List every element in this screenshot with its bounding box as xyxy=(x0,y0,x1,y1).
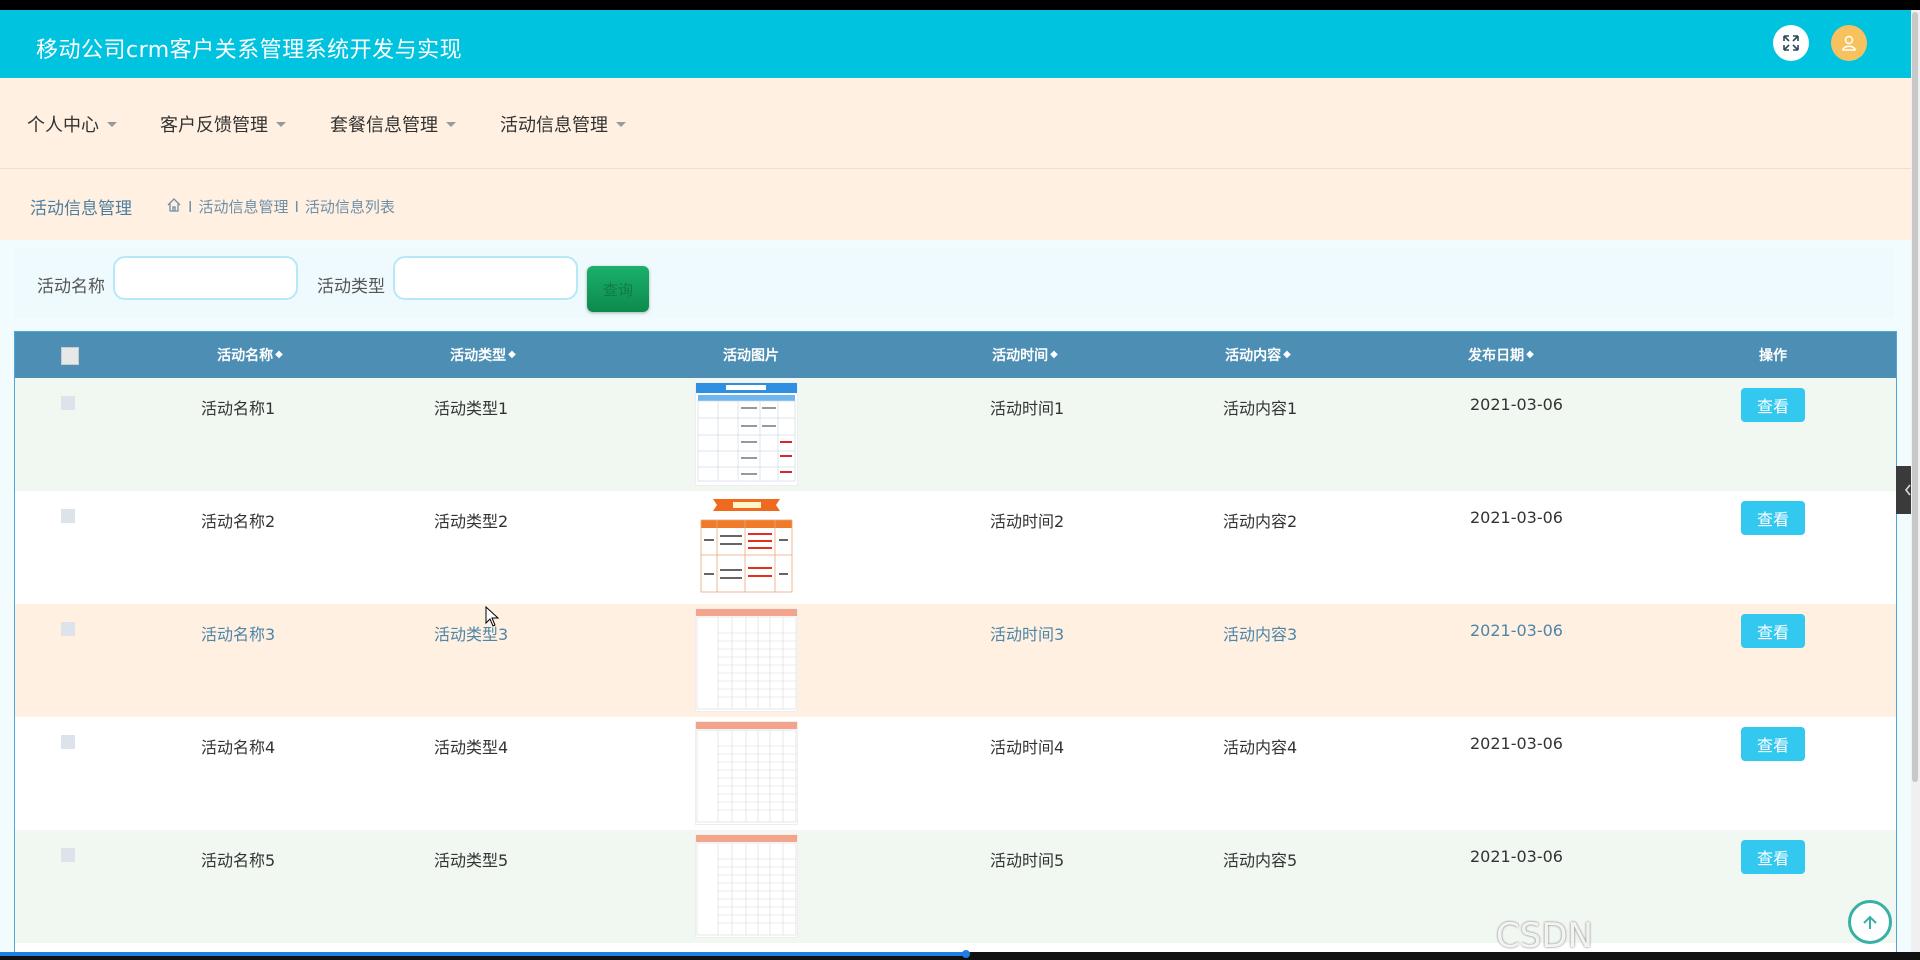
view-button[interactable]: 查看 xyxy=(1741,501,1805,535)
select-all-checkbox[interactable] xyxy=(61,347,79,365)
activity-name-input[interactable] xyxy=(113,256,298,300)
column-header-name[interactable]: 活动名称 ◆ xyxy=(185,332,315,378)
sort-icon: ◆ xyxy=(1050,349,1058,360)
activity-type-label: 活动类型 xyxy=(317,277,385,297)
cell-type: 活动类型4 xyxy=(434,738,509,757)
cell-name: 活动名称4 xyxy=(201,738,276,757)
column-header-time[interactable]: 活动时间 ◆ xyxy=(960,332,1090,378)
activity-image xyxy=(695,834,798,938)
breadcrumb-bar: 活动信息管理 I 活动信息管理 I 活动信息列表 xyxy=(0,169,1911,240)
main-menu: 个人中心 客户反馈管理 套餐信息管理 活动信息管理 xyxy=(0,78,1911,169)
cell-time: 活动时间1 xyxy=(990,399,1065,418)
cell-date: 2021-03-06 xyxy=(1470,508,1563,527)
row-checkbox[interactable] xyxy=(61,509,75,523)
cell-name: 活动名称2 xyxy=(201,512,276,531)
breadcrumb-level1[interactable]: 活动信息管理 xyxy=(198,196,288,217)
watermark: CSDN @nodejava666666 xyxy=(1496,916,1593,952)
breadcrumb-level2: 活动信息列表 xyxy=(304,198,395,216)
view-button[interactable]: 查看 xyxy=(1741,727,1805,761)
table-row[interactable]: 活动名称2 活动类型2 活动时间2 活动内容2 2021-03-06 查看 xyxy=(15,491,1896,604)
cell-content: 活动内容1 xyxy=(1223,399,1298,418)
row-checkbox[interactable] xyxy=(61,622,75,636)
activity-type-input[interactable] xyxy=(393,256,578,300)
menu-item-feedback[interactable]: 客户反馈管理 xyxy=(160,111,286,137)
app-viewport: 移动公司crm客户关系管理系统开发与实现 个人中心 客户反馈管理 套餐信息管理 xyxy=(0,10,1911,952)
sort-icon: ◆ xyxy=(1526,349,1534,360)
activity-image xyxy=(695,382,798,486)
menu-item-label: 活动信息管理 xyxy=(500,115,608,136)
cell-type: 活动类型5 xyxy=(434,851,509,870)
cell-date: 2021-03-06 xyxy=(1470,847,1563,866)
home-icon[interactable] xyxy=(166,197,182,217)
cell-date: 2021-03-06 xyxy=(1470,395,1563,414)
app-title: 移动公司crm客户关系管理系统开发与实现 xyxy=(36,38,463,63)
row-checkbox[interactable] xyxy=(61,396,75,410)
column-header-date[interactable]: 发布日期 ◆ xyxy=(1436,332,1566,378)
row-checkbox[interactable] xyxy=(61,735,75,749)
chevron-down-icon xyxy=(446,121,456,127)
cell-name: 活动名称3 xyxy=(201,625,276,644)
cell-content: 活动内容4 xyxy=(1223,738,1298,757)
search-button[interactable]: 查询 xyxy=(587,266,649,312)
menu-item-label: 个人中心 xyxy=(27,115,99,136)
cell-content: 活动内容2 xyxy=(1223,512,1298,531)
chevron-down-icon xyxy=(616,121,626,127)
activity-image xyxy=(695,495,798,599)
activity-name-label: 活动名称 xyxy=(37,277,105,297)
cell-content: 活动内容5 xyxy=(1223,851,1298,870)
row-checkbox[interactable] xyxy=(61,848,75,862)
view-button[interactable]: 查看 xyxy=(1741,614,1805,648)
cell-time: 活动时间2 xyxy=(990,512,1065,531)
column-header-action: 操作 xyxy=(1759,348,1787,364)
chevron-left-icon xyxy=(1904,484,1911,496)
breadcrumb: I 活动信息管理 I 活动信息列表 xyxy=(166,196,395,217)
view-button[interactable]: 查看 xyxy=(1741,388,1805,422)
cell-time: 活动时间4 xyxy=(990,738,1065,757)
cell-date: 2021-03-06 xyxy=(1470,621,1563,640)
page-title: 活动信息管理 xyxy=(30,199,132,219)
view-button[interactable]: 查看 xyxy=(1741,840,1805,874)
cell-date: 2021-03-06 xyxy=(1470,734,1563,753)
menu-item-activity[interactable]: 活动信息管理 xyxy=(500,111,626,137)
mouse-cursor-icon xyxy=(485,605,501,632)
sort-icon: ◆ xyxy=(275,349,283,360)
breadcrumb-separator: I xyxy=(294,197,299,216)
cell-content: 活动内容3 xyxy=(1223,625,1298,644)
expand-icon[interactable] xyxy=(1773,25,1809,61)
breadcrumb-separator: I xyxy=(188,197,193,216)
menu-item-label: 客户反馈管理 xyxy=(160,115,268,136)
menu-item-personal-center[interactable]: 个人中心 xyxy=(27,111,117,137)
cell-name: 活动名称5 xyxy=(201,851,276,870)
table-row[interactable]: 活动名称1 活动类型1 活动时间1 活动内容1 2021-03-06 查看 xyxy=(15,378,1896,491)
activity-image xyxy=(695,608,798,712)
side-panel-toggle[interactable] xyxy=(1896,466,1911,514)
column-header-content[interactable]: 活动内容 ◆ xyxy=(1193,332,1323,378)
cell-time: 活动时间3 xyxy=(990,625,1065,644)
menu-item-label: 套餐信息管理 xyxy=(330,115,438,136)
cell-name: 活动名称1 xyxy=(201,399,276,418)
top-header: 移动公司crm客户关系管理系统开发与实现 xyxy=(0,10,1911,78)
column-header-image: 活动图片 xyxy=(723,348,779,364)
scrollbar-thumb[interactable] xyxy=(1912,12,1918,782)
chevron-down-icon xyxy=(107,121,117,127)
table-row[interactable]: 活动名称3 活动类型3 活动时间3 活动内容3 2021-03-06 查看 xyxy=(15,604,1896,717)
menu-item-package[interactable]: 套餐信息管理 xyxy=(330,111,456,137)
table-header: 活动名称 ◆ 活动类型 ◆ 活动图片 活动时间 ◆ 活动内容 ◆ 发布日期 ◆ 操作 xyxy=(15,332,1896,378)
column-header-type[interactable]: 活动类型 ◆ xyxy=(418,332,548,378)
cell-type: 活动类型1 xyxy=(434,399,509,418)
search-form: 活动名称 活动类型 查询 xyxy=(14,248,1894,318)
cell-type: 活动类型2 xyxy=(434,512,509,531)
sort-icon: ◆ xyxy=(508,349,516,360)
user-avatar-icon[interactable] xyxy=(1831,25,1867,61)
sort-icon: ◆ xyxy=(1283,349,1291,360)
video-progress-bar[interactable] xyxy=(0,952,966,956)
video-progress-handle[interactable] xyxy=(962,950,970,958)
activity-table: 活动名称 ◆ 活动类型 ◆ 活动图片 活动时间 ◆ 活动内容 ◆ 发布日期 ◆ 操作 xyxy=(14,331,1897,952)
table-row[interactable]: 活动名称4 活动类型4 活动时间4 活动内容4 2021-03-06 查看 xyxy=(15,717,1896,830)
activity-image xyxy=(695,721,798,825)
chevron-down-icon xyxy=(276,121,286,127)
cell-time: 活动时间5 xyxy=(990,851,1065,870)
